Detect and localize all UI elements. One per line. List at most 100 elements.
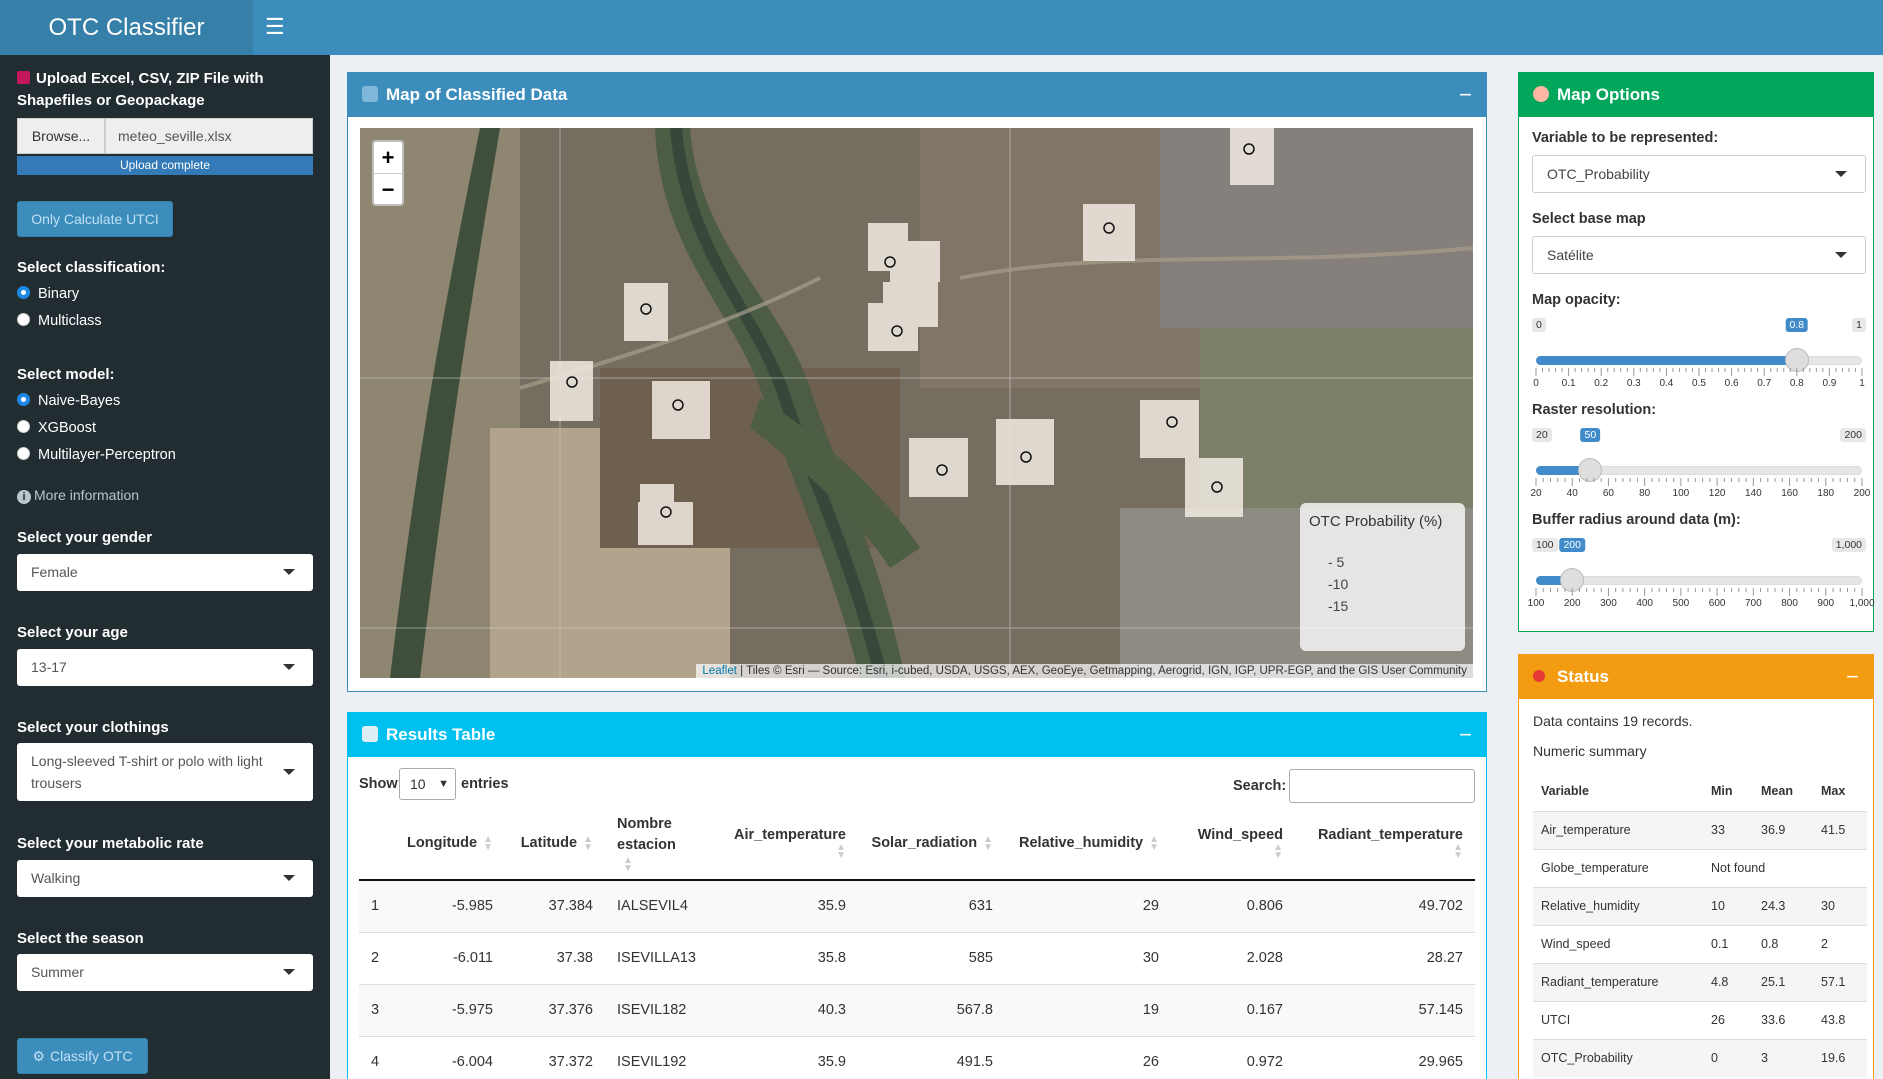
slider-tick-label: 0.1 — [1561, 378, 1576, 389]
table-cell: 0.972 — [1171, 1035, 1295, 1079]
map-options-header: Map Options — [1519, 73, 1873, 117]
radio-binary[interactable]: Binary — [17, 286, 79, 302]
search-input[interactable] — [1289, 769, 1475, 803]
summary-header-max: Max — [1813, 772, 1867, 812]
slider-tick-label: 0.8 — [1789, 378, 1804, 389]
radio-multilayer-perceptron[interactable]: Multilayer-Perceptron — [17, 447, 176, 463]
slider-tick-label: 0.4 — [1659, 378, 1674, 389]
collapse-icon[interactable]: − — [1459, 73, 1472, 117]
clothing-select[interactable]: Long-sleeved T-shirt or polo with light … — [17, 743, 313, 801]
summary-cell: 30 — [1813, 886, 1867, 925]
summary-cell: 19.6 — [1813, 1038, 1867, 1077]
season-select[interactable]: Summer — [17, 954, 313, 991]
slider-fill — [1536, 356, 1797, 365]
table-cell: -6.004 — [395, 1035, 505, 1079]
table-row[interactable]: 1 -5.985 37.384 IALSEVIL4 35.9 631 29 0.806 49.7… — [359, 879, 1475, 932]
slider-tick-label: 0.6 — [1724, 378, 1739, 389]
summary-row: Relative_humidity 10 24.3 30 — [1533, 886, 1867, 925]
sort-icon: ▲ ▼ — [483, 833, 493, 853]
slider-tick-label: 180 — [1817, 488, 1835, 499]
radio-unselected-icon — [17, 420, 30, 433]
table-row[interactable]: 3 -5.975 37.376 ISEVIL182 40.3 567.8 19 0.167 57… — [359, 983, 1475, 1036]
more-information-link[interactable]: i More information — [17, 487, 139, 504]
age-select[interactable]: 13-17 — [17, 649, 313, 686]
opacity-slider[interactable]: 0 1 0.8 0 0.1 0.2 0.3 0.4 0.5 0.6 0.7 0.8 0.9 1 — [1532, 318, 1866, 410]
upload-status: Upload complete — [17, 156, 313, 175]
zoom-in-button[interactable]: + — [374, 142, 402, 173]
radio-multiclass[interactable]: Multiclass — [17, 313, 102, 329]
variable-select[interactable]: OTC_Probability — [1532, 155, 1866, 193]
summary-cell: 57.1 — [1813, 962, 1867, 1001]
buffer-label: Buffer radius around data (m): — [1532, 512, 1741, 528]
radio-xgboost[interactable]: XGBoost — [17, 420, 96, 436]
browse-button[interactable]: Browse... — [17, 118, 105, 154]
table-row[interactable]: 2 -6.011 37.38 ISEVILLA13 35.8 585 30 2.028 28.2… — [359, 931, 1475, 984]
summary-cell: Relative_humidity — [1533, 886, 1703, 925]
clothing-label: Select your clothings — [17, 719, 169, 736]
leaflet-map[interactable]: + − OTC Probability (%) - 5 -10 -15 Leaf… — [360, 128, 1473, 678]
entries-label: entries — [461, 776, 509, 792]
column-header-wind-speed[interactable]: Wind_speed▲ ▼ — [1171, 808, 1295, 881]
chevron-down-icon: ▼ — [438, 778, 449, 790]
column-header-longitude[interactable]: Longitude ▲ ▼ — [395, 808, 505, 881]
column-header-air-temperature[interactable]: Air_temperature▲ ▼ — [708, 808, 858, 881]
results-table: Longitude ▲ ▼ Latitude ▲ ▼ Nombre estacion▲ ▼… — [359, 808, 1475, 1079]
column-header-relative-humidity[interactable]: Relative_humidity ▲ ▼ — [1005, 808, 1171, 881]
slider-tick-label: 800 — [1781, 598, 1798, 609]
radio-selected-icon — [17, 393, 30, 406]
map-box-header: Map of Classified Data − — [348, 73, 1486, 117]
radio-naive-bayes[interactable]: Naive-Bayes — [17, 393, 120, 409]
basemap-select[interactable]: Satélite — [1532, 236, 1866, 274]
metabolic-select[interactable]: Walking — [17, 860, 313, 897]
pin-icon — [1533, 670, 1545, 682]
menu-toggle-icon[interactable]: ☰ — [265, 14, 285, 40]
collapse-icon[interactable]: − — [1846, 655, 1859, 699]
slider-value-label: 200 — [1559, 538, 1585, 552]
zoom-out-button[interactable]: − — [374, 173, 402, 204]
slider-tick-label: 20 — [1530, 488, 1542, 499]
summary-row: OTC_Probability 0 3 19.6 — [1533, 1038, 1867, 1077]
file-name-field[interactable]: meteo_seville.xlsx — [105, 118, 313, 154]
slider-tick-label: 0.9 — [1822, 378, 1837, 389]
column-header-solar-radiation[interactable]: Solar_radiation ▲ ▼ — [858, 808, 1005, 881]
gender-label: Select your gender — [17, 529, 153, 546]
table-cell: ISEVIL192 — [605, 1035, 708, 1079]
only-calculate-utci-button[interactable]: Only Calculate UTCI — [17, 201, 173, 237]
table-row[interactable]: 4 -6.004 37.372 ISEVIL192 35.9 491.5 26 0.972 29… — [359, 1035, 1475, 1079]
caret-down-icon — [1835, 171, 1847, 177]
resolution-slider[interactable]: 20 200 50 20 40 60 80 100 120 140 160 180 200 — [1530, 428, 1870, 520]
summary-row: Wind_speed 0.1 0.8 2 — [1533, 924, 1867, 963]
slider-ticks — [1535, 588, 1863, 596]
slider-tick-label: 1 — [1859, 378, 1865, 389]
column-header-latitude[interactable]: Latitude ▲ ▼ — [505, 808, 605, 881]
buffer-slider[interactable]: 100 1,000 200 100 200 300 400 500 600 700 800 900 1,… — [1528, 538, 1875, 630]
slider-max-label: 1 — [1852, 318, 1866, 332]
table-cell: 28.27 — [1295, 931, 1475, 984]
slider-track[interactable] — [1536, 576, 1862, 585]
slider-tick-label: 300 — [1600, 598, 1617, 609]
column-header-nombre-estacion[interactable]: Nombre estacion▲ ▼ — [605, 808, 708, 881]
collapse-icon[interactable]: − — [1459, 713, 1472, 757]
summary-header-min: Min — [1703, 772, 1753, 812]
table-cell: 57.145 — [1295, 983, 1475, 1036]
table-cell: 1 — [359, 879, 395, 932]
upload-label: Upload Excel, CSV, ZIP File with Shapefi… — [17, 70, 264, 109]
entries-select[interactable]: 10 ▼ — [399, 768, 456, 800]
slider-tick-label: 80 — [1639, 488, 1651, 499]
summary-cell: Wind_speed — [1533, 924, 1703, 963]
season-label: Select the season — [17, 930, 144, 947]
table-cell: 3 — [359, 983, 395, 1036]
caret-down-icon — [283, 664, 295, 670]
gender-select[interactable]: Female — [17, 554, 313, 591]
palette-icon — [1533, 86, 1549, 102]
column-header-radiant-temperature[interactable]: Radiant_temperature▲ ▼ — [1295, 808, 1475, 881]
sort-icon: ▲ ▼ — [623, 854, 633, 874]
summary-cell: 0.1 — [1703, 924, 1753, 963]
classify-otc-button[interactable]: ⚙ Classify OTC — [17, 1038, 148, 1074]
slider-tick-label: 160 — [1781, 488, 1798, 499]
age-label: Select your age — [17, 624, 128, 641]
radio-unselected-icon — [17, 447, 30, 460]
leaflet-link[interactable]: Leaflet — [702, 665, 737, 677]
opacity-label: Map opacity: — [1532, 292, 1621, 308]
legend-item: - 5 — [1328, 554, 1345, 570]
